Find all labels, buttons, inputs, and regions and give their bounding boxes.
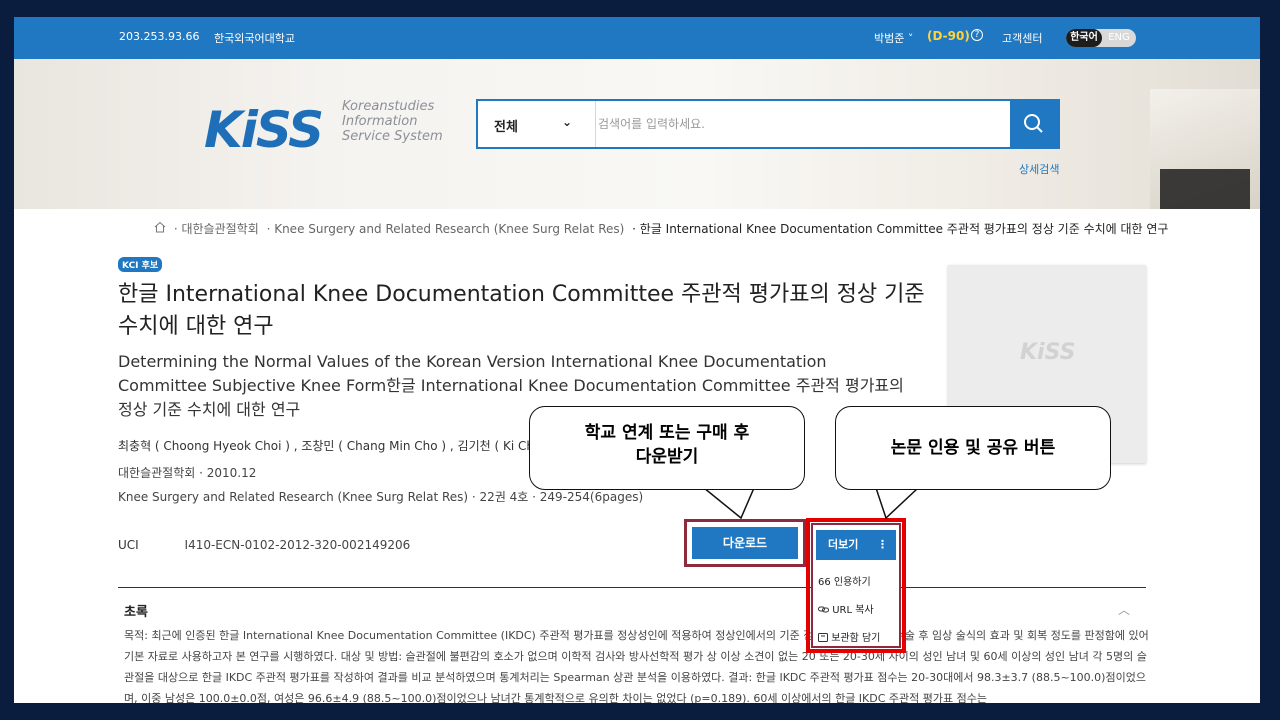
chevron-down-icon: ⌄ xyxy=(562,115,573,129)
article-authors[interactable]: 최충혁 ( Choong Hyeok Choi ) , 조창민 ( Chang … xyxy=(118,437,538,454)
logo-subtitle-line: Koreanstudies xyxy=(342,99,435,114)
search-button[interactable] xyxy=(1010,101,1058,147)
breadcrumb-society[interactable]: · 대한슬관절학회 xyxy=(174,222,259,236)
download-highlight: 다운로드 xyxy=(684,519,806,567)
article-uci: UCI I410-ECN-0102-2012-320-002149206 xyxy=(118,538,410,552)
breadcrumb-current: · 한글 International Knee Documentation Co… xyxy=(632,222,1169,236)
more-label: 더보기 xyxy=(828,538,859,551)
customer-center-link[interactable]: 고객센터 xyxy=(1002,30,1042,46)
breadcrumb: · 대한슬관절학회 · Knee Surgery and Related Res… xyxy=(154,220,1172,237)
advanced-search-link[interactable]: 상세검색 xyxy=(1019,161,1059,177)
language-toggle[interactable]: 한국어 ENG xyxy=(1066,29,1136,47)
url-copy-menu-item[interactable]: URL 복사 xyxy=(818,601,874,616)
more-dropdown: 더보기 ⋮ 66 인용하기 URL 복사 보관함 담기 xyxy=(811,523,901,648)
search-scope-value: 전체 xyxy=(494,120,518,135)
user-menu[interactable]: 박범준 ˅ xyxy=(874,30,913,46)
uci-value: I410-ECN-0102-2012-320-002149206 xyxy=(184,538,411,552)
search-input[interactable] xyxy=(598,109,998,139)
home-icon[interactable] xyxy=(154,221,170,236)
more-button[interactable]: 더보기 ⋮ xyxy=(816,530,896,560)
download-callout-line: 학교 연계 또는 구매 후 xyxy=(584,423,750,443)
download-button[interactable]: 다운로드 xyxy=(692,527,798,559)
logo-subtitle-line: Service System xyxy=(342,129,443,144)
browser-viewport: 203.253.93.66 한국외국어대학교 박범준 ˅ (D-90) ? 고객… xyxy=(14,17,1260,703)
link-icon xyxy=(818,606,829,613)
lang-korean[interactable]: 한국어 xyxy=(1066,29,1102,47)
more-highlight: 더보기 ⋮ 66 인용하기 URL 복사 보관함 담기 xyxy=(806,518,906,653)
article-journal-info[interactable]: Knee Surgery and Related Research (Knee … xyxy=(118,488,643,505)
search-scope-select[interactable]: 전체 ⌄ xyxy=(478,101,596,147)
site-header: KiSS Koreanstudies Information Service S… xyxy=(14,59,1260,209)
article-title-korean: 한글 International Knee Documentation Comm… xyxy=(118,282,925,339)
folder-icon xyxy=(818,633,828,642)
chevron-up-icon[interactable]: ︿ xyxy=(1118,601,1130,618)
cover-logo: KiSS xyxy=(1020,340,1076,365)
logo-subtitle-line: Information xyxy=(342,114,418,129)
download-callout-line: 다운받기 xyxy=(635,447,699,467)
search-icon xyxy=(1024,114,1043,133)
url-copy-label: URL 복사 xyxy=(832,605,874,616)
kci-badge: KCI 후보 xyxy=(118,257,163,272)
university-name[interactable]: 한국외국어대학교 xyxy=(214,30,295,46)
kebab-icon: ⋮ xyxy=(877,538,888,551)
header-background-shadow xyxy=(1160,169,1250,209)
uci-label: UCI xyxy=(118,538,139,552)
search-bar: 전체 ⌄ xyxy=(476,99,1060,149)
cite-menu-item[interactable]: 66 인용하기 xyxy=(818,573,871,588)
save-menu-item[interactable]: 보관함 담기 xyxy=(818,629,880,644)
logo-subtitle: Koreanstudies Information Service System xyxy=(342,99,443,144)
article-publisher[interactable]: 대한슬관절학회 · 2010.12 xyxy=(118,464,256,481)
abstract-text: 목적: 최근에 인증된 한글 International Knee Docume… xyxy=(124,629,1149,703)
top-bar: 203.253.93.66 한국외국어대학교 박범준 ˅ (D-90) ? 고객… xyxy=(14,17,1260,59)
help-icon[interactable]: ? xyxy=(971,29,983,41)
logo-wordmark: KiSS xyxy=(204,101,324,159)
ip-address: 203.253.93.66 xyxy=(119,30,200,43)
share-callout: 논문 인용 및 공유 버튼 xyxy=(835,406,1111,490)
abstract-heading: 초록 xyxy=(124,605,148,620)
days-remaining: (D-90) xyxy=(927,29,970,43)
download-callout: 학교 연계 또는 구매 후 다운받기 xyxy=(529,406,805,490)
divider xyxy=(118,587,1146,588)
save-label: 보관함 담기 xyxy=(831,633,881,644)
breadcrumb-journal[interactable]: · Knee Surgery and Related Research (Kne… xyxy=(267,222,625,236)
kiss-logo[interactable]: KiSS Koreanstudies Information Service S… xyxy=(204,99,444,159)
lang-english[interactable]: ENG xyxy=(1104,29,1134,47)
